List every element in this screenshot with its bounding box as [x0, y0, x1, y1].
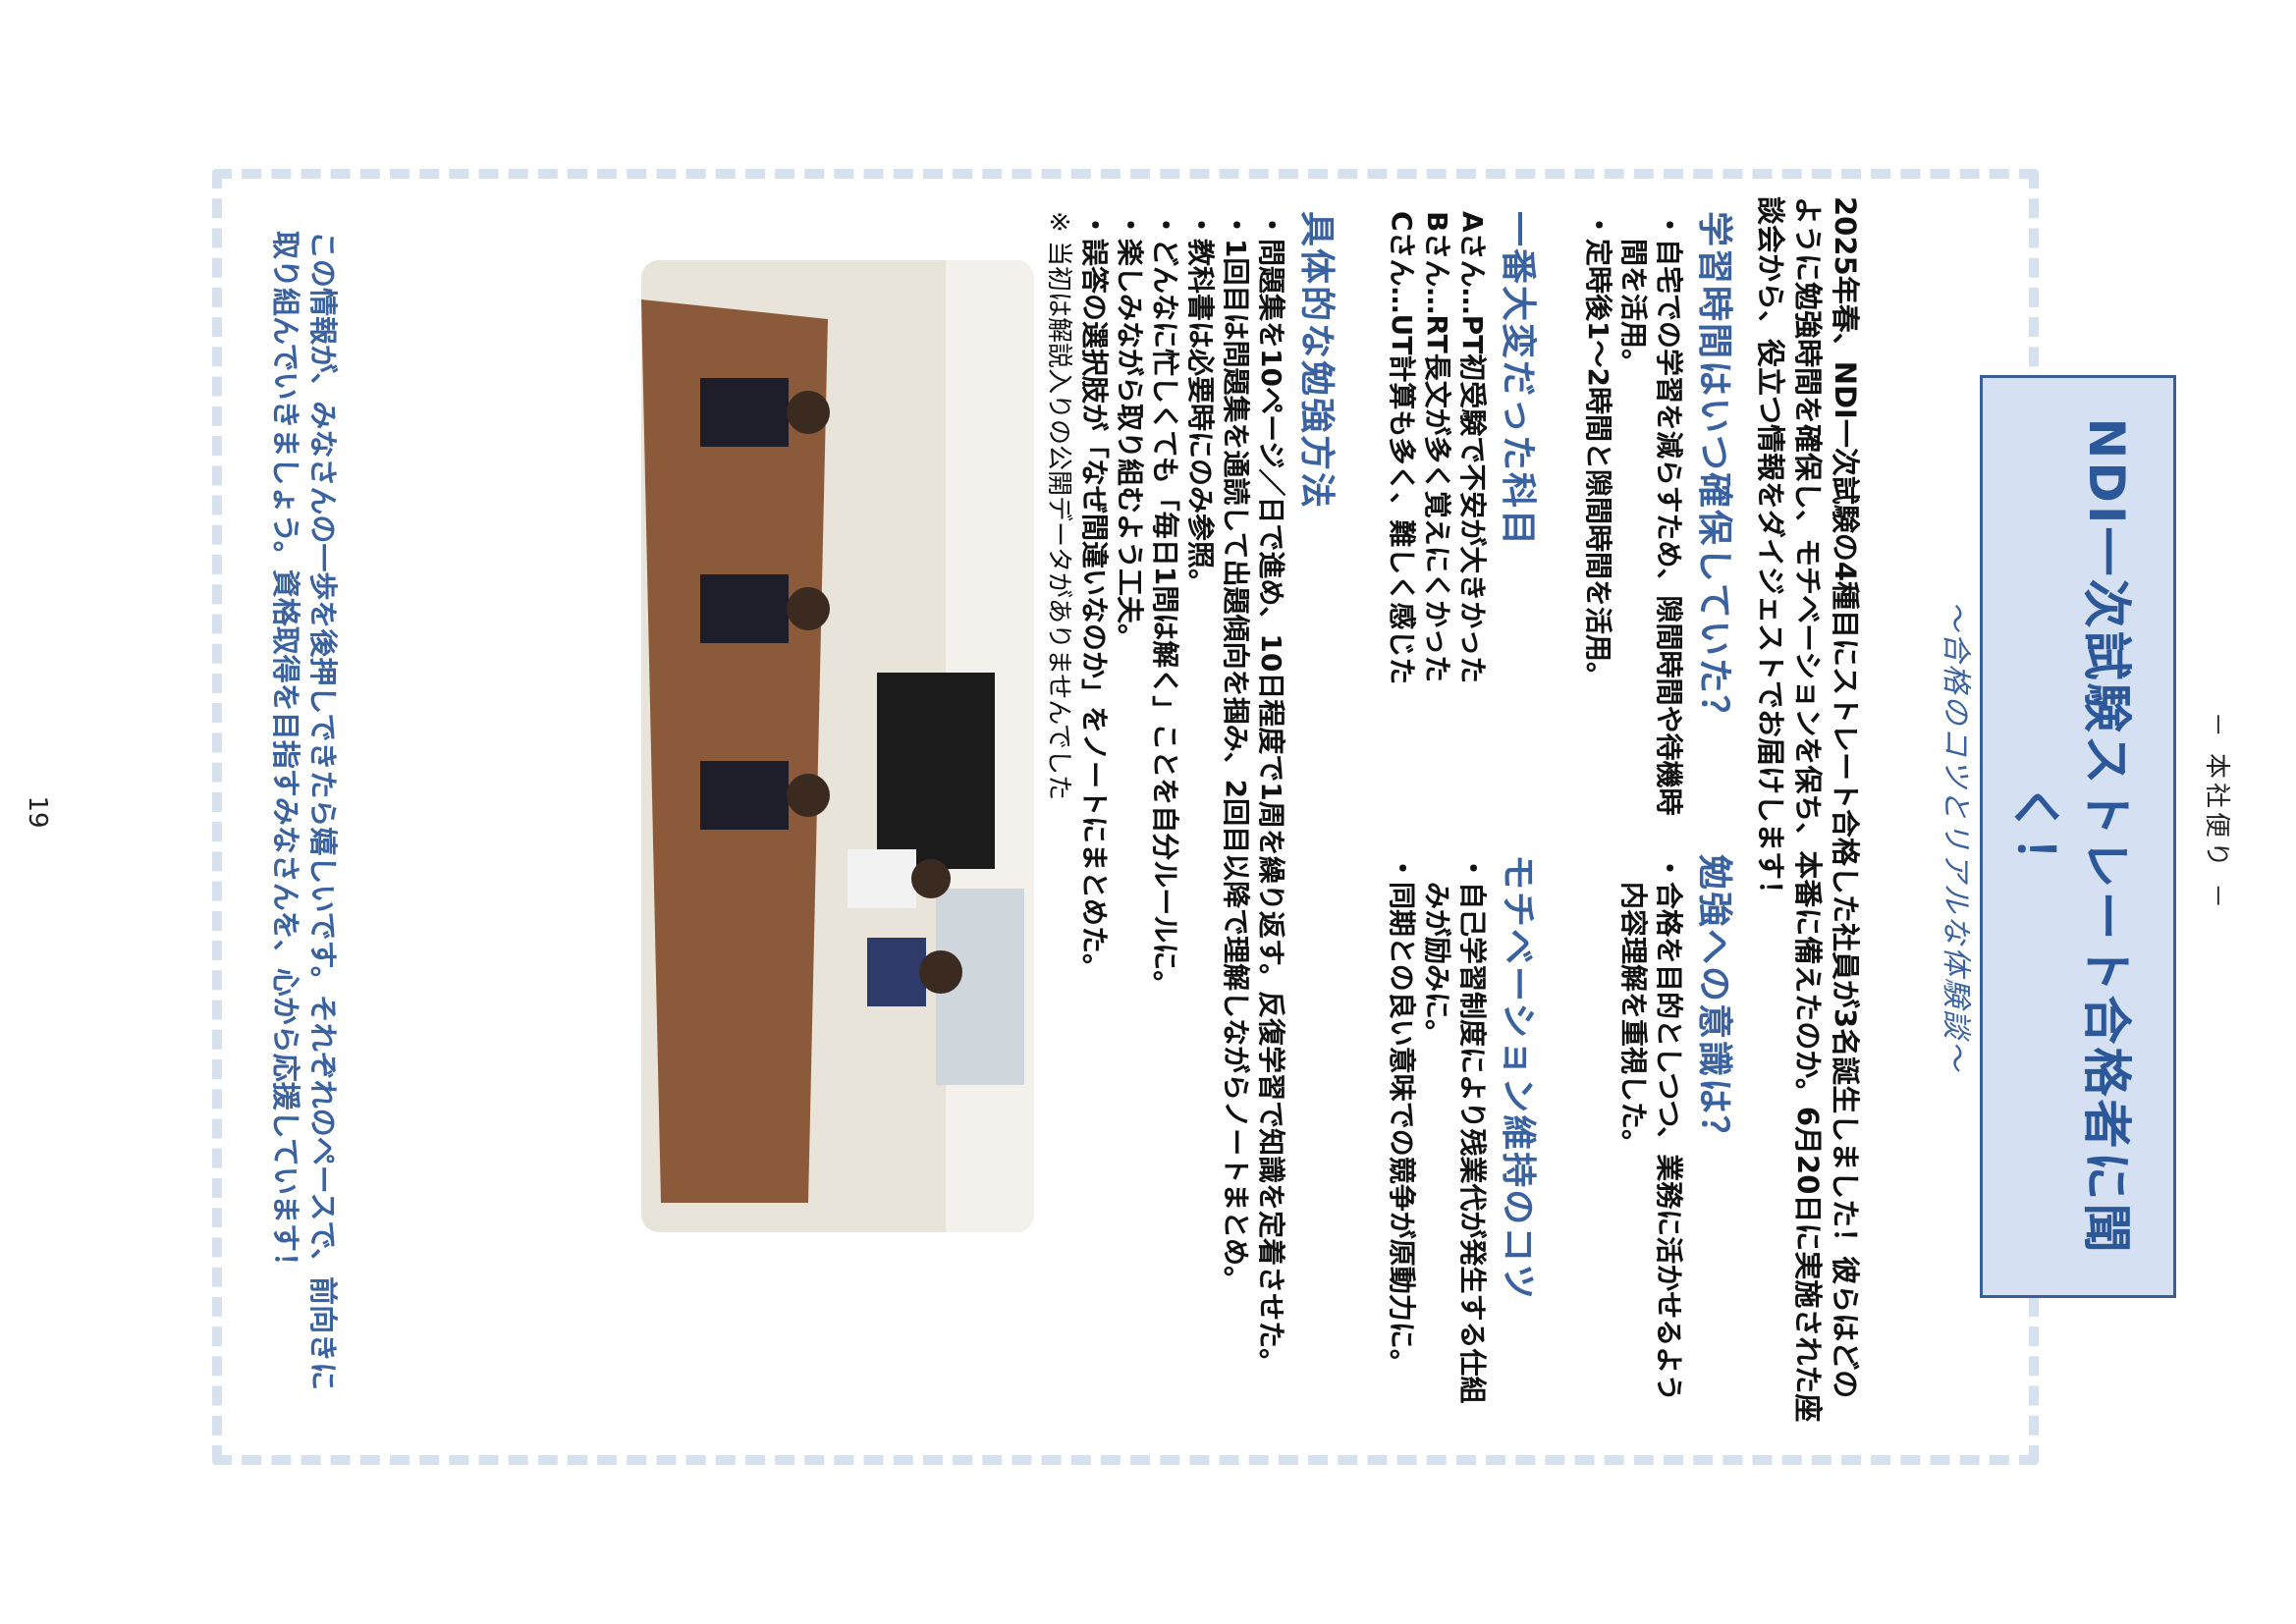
section-methods: 具体的な勉強方法 問題集を10ページ／日で進め、10日程度で1周を繰り返す。反復… [1041, 211, 1337, 1419]
section-study-time: 学習時間はいつ確保していた？ 自宅での学習を減らすため、隙間時間や待機時間を活用… [1580, 211, 1734, 820]
section-heading: 具体的な勉強方法 [1296, 211, 1337, 511]
list-item: 同期との良い意味での競争が原動力に。 [1384, 854, 1419, 1404]
article-subtitle: ～合格のコツとリアルな体験談～ [1939, 601, 1973, 1072]
list-item: 1回目は問題集を通読して出題傾向を掴み、2回目以降で理解しながらノートまとめ。 [1218, 211, 1253, 1419]
section-hardest: 一番大変だった科目 Aさん…PT初受験で不安が大きかった Bさん…RT長文が多く… [1384, 211, 1538, 820]
list-item: どんなに忙しくても「毎日1問は解く」ことを自分ルールに。 [1147, 211, 1182, 1419]
section-heading: 一番大変だった科目 [1498, 211, 1538, 548]
meeting-photo [641, 260, 1034, 1232]
section-heading: 学習時間はいつ確保していた？ [1694, 211, 1734, 732]
meeting-photo-illustration [641, 260, 1034, 1232]
list-item: 楽しみながら取り組むよう工夫。 [1112, 211, 1147, 1419]
closing-message: この情報が、みなさんの一歩を後押しできたら嬉しいです。それぞれのペースで、前向き… [269, 231, 340, 1391]
list-item: 誤答の選択肢が「なぜ間違いなのか」をノートにまとめた。 [1076, 211, 1112, 1419]
list-item: 教科書は必要時にのみ参照。 [1182, 211, 1218, 1419]
page-number: 19 [23, 795, 52, 829]
list-line: Bさん…RT長文が多く覚えにくかった [1421, 211, 1453, 683]
section-heading: 勉強への意識は？ [1694, 854, 1734, 1154]
title-box: NDI一次試験ストレート合格者に聞く！ ～合格のコツとリアルな体験談～ [1939, 375, 2176, 1298]
running-header: － 本社便り － [2202, 711, 2231, 913]
list-line: Aさん…PT初受験で不安が大きかった [1456, 211, 1489, 684]
list-line: Cさん…UT計算も多く、難しく感じた [1386, 211, 1418, 685]
intro-paragraph: 2025年春、NDI一次試験の4種目にストレート合格した社員が3名誕生しました！… [1754, 196, 1862, 1423]
section-heading: モチベーション維持のコツ [1498, 854, 1538, 1302]
list-item: 自己学習制度により残業代が発生する仕組みが励みに。 [1419, 854, 1490, 1404]
section-motivation: モチベーション維持のコツ 自己学習制度により残業代が発生する仕組みが励みに。 同… [1384, 854, 1538, 1404]
rotated-page: － 本社便り － NDI一次試験ストレート合格者に聞く！ ～合格のコツとリアルな… [0, 0, 2296, 1624]
footnote: ※ 当初は解説入りの公開データがありませんでした [1044, 211, 1073, 800]
section-awareness: 勉強への意識は？ 合格を目的としつつ、業務に活かせるよう内容理解を重視した。 [1615, 854, 1734, 1404]
list-item: 定時後1～2時間と隙間時間を活用。 [1580, 211, 1615, 820]
list-item: 問題集を10ページ／日で進め、10日程度で1周を繰り返す。反復学習で知識を定着さ… [1253, 211, 1288, 1419]
list-item: 合格を目的としつつ、業務に活かせるよう内容理解を重視した。 [1615, 854, 1686, 1404]
list-item: 自宅での学習を減らすため、隙間時間や待機時間を活用。 [1615, 211, 1686, 820]
article-title: NDI一次試験ストレート合格者に聞く！ [2007, 417, 2135, 1256]
